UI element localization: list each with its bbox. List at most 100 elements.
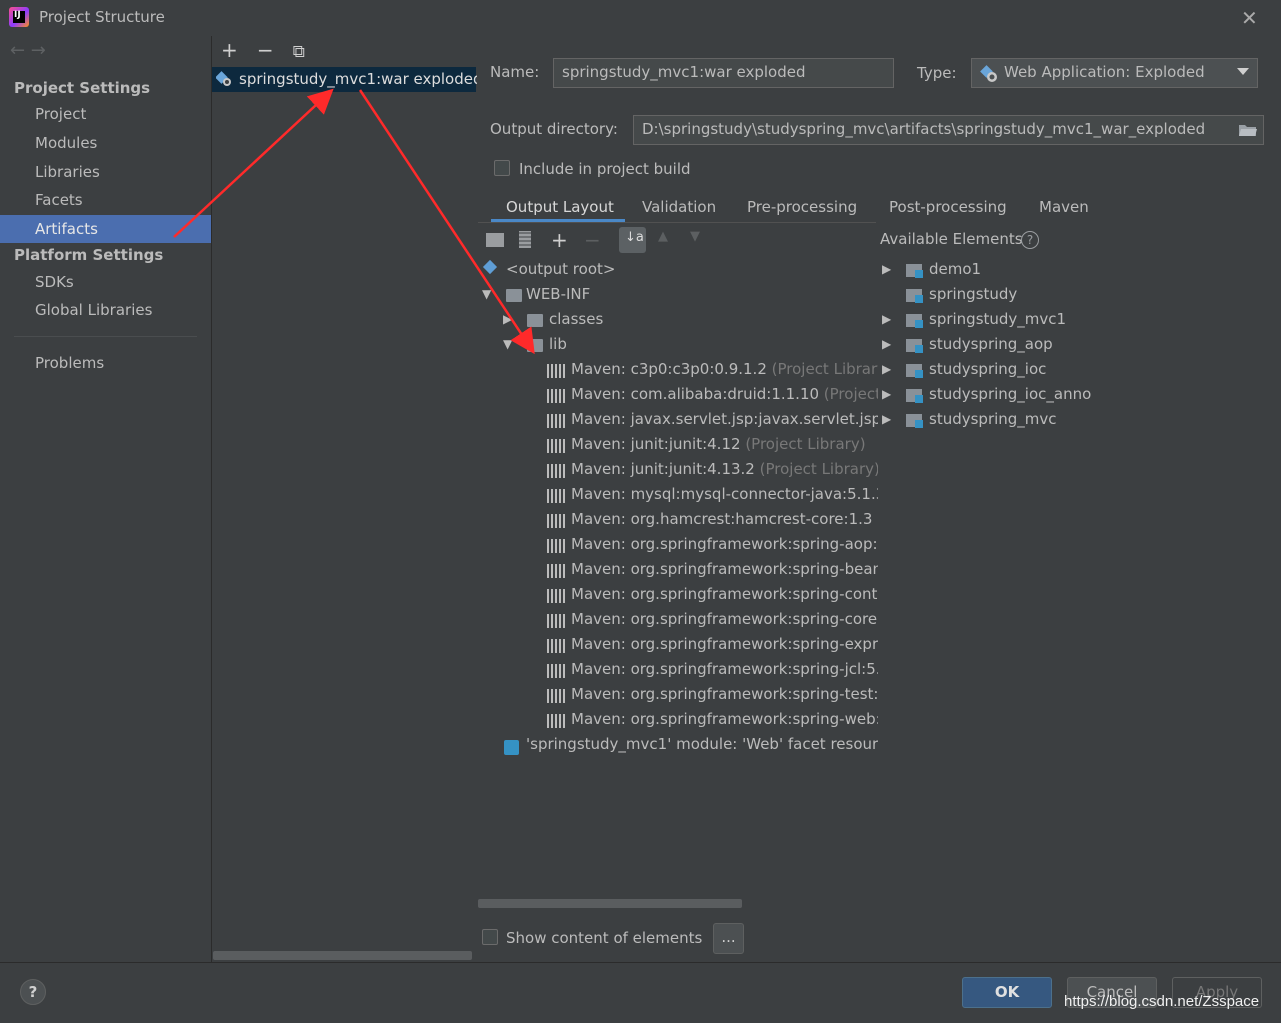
available-module-node[interactable]: studyspring_ioc_anno [929, 385, 1091, 403]
nav-item-project[interactable]: Project [35, 105, 86, 123]
tab-validation[interactable]: Validation [642, 198, 716, 216]
move-down-icon[interactable]: ▼ [690, 229, 700, 244]
library-node[interactable]: Maven: junit:junit:4.13.2 (Project Libra… [571, 460, 878, 478]
available-module-node[interactable]: studyspring_aop [929, 335, 1053, 353]
collapse-triangle-icon[interactable]: ▶ [882, 387, 891, 401]
collapse-triangle-icon[interactable]: ▶ [882, 312, 891, 326]
artifact-hscrollbar[interactable] [213, 951, 472, 960]
available-module-node[interactable]: studyspring_ioc [929, 360, 1046, 378]
output-directory-field[interactable]: D:\springstudy\studyspring_mvc\artifacts… [633, 115, 1264, 145]
add-icon[interactable]: + [221, 38, 238, 62]
collapse-triangle-icon[interactable]: ▶ [882, 262, 891, 276]
library-name: Maven: junit:junit:4.13.2 [571, 460, 755, 478]
nav-item-artifacts[interactable]: Artifacts [35, 220, 98, 238]
name-label: Name: [490, 63, 540, 81]
available-module-node[interactable]: springstudy [929, 285, 1017, 303]
library-name: Maven: org.springframework:spring-web:5 [571, 710, 878, 728]
collapse-triangle-icon[interactable]: ▶ [503, 312, 512, 326]
tab-maven[interactable]: Maven [1039, 198, 1089, 216]
remove-element-icon[interactable]: − [584, 228, 601, 252]
library-node[interactable]: Maven: mysql:mysql-connector-java:5.1.32 [571, 485, 878, 503]
available-elements-label: Available Elements [880, 230, 1023, 248]
library-scope: (Project L [823, 385, 878, 403]
watermark-text: https://blog.csdn.net/Zsspace [1064, 993, 1260, 1010]
tab-post-processing[interactable]: Post-processing [889, 198, 1007, 216]
move-up-icon[interactable]: ▲ [658, 229, 668, 244]
nav-item-problems[interactable]: Problems [35, 354, 104, 372]
nav-item-global-libraries[interactable]: Global Libraries [35, 301, 152, 319]
library-name: Maven: com.alibaba:druid:1.1.10 [571, 385, 820, 403]
include-build-label: Include in project build [519, 160, 691, 178]
help-button[interactable]: ? [20, 979, 46, 1005]
library-name: Maven: mysql:mysql-connector-java:5.1.32 [571, 485, 878, 503]
collapse-triangle-icon[interactable]: ▶ [882, 362, 891, 376]
library-node[interactable]: Maven: org.springframework:spring-aop:5 [571, 535, 878, 553]
nav-item-facets[interactable]: Facets [35, 191, 83, 209]
module-folder-icon [906, 339, 923, 353]
folder-icon [506, 289, 522, 302]
available-module-node[interactable]: demo1 [929, 260, 981, 278]
maven-library-icon [547, 514, 565, 528]
classes-node[interactable]: classes [549, 310, 603, 328]
tab-pre-processing[interactable]: Pre-processing [747, 198, 857, 216]
include-build-checkbox[interactable] [494, 160, 510, 176]
browse-button[interactable]: ... [713, 923, 744, 954]
folder-browse-icon[interactable] [1238, 122, 1258, 142]
artifact-toolbar: + − ⧉ [221, 38, 305, 62]
add-copy-icon[interactable]: + [551, 228, 568, 252]
library-node[interactable]: Maven: com.alibaba:druid:1.1.10 (Project… [571, 385, 878, 403]
type-label: Type: [917, 64, 957, 82]
webinf-node[interactable]: WEB-INF [526, 285, 590, 303]
library-node[interactable]: Maven: org.springframework:spring-web:5 [571, 710, 878, 728]
expand-triangle-icon[interactable]: ▼ [482, 287, 491, 301]
remove-icon[interactable]: − [257, 38, 274, 62]
library-node[interactable]: Maven: org.springframework:spring-conte [571, 585, 878, 603]
library-node[interactable]: Maven: c3p0:c3p0:0.9.1.2 (Project Librar… [571, 360, 878, 378]
library-scope: (Project Library) [771, 360, 878, 378]
help-circle-icon[interactable]: ? [1021, 231, 1039, 249]
show-content-checkbox[interactable] [482, 929, 498, 945]
library-node[interactable]: Maven: org.springframework:spring-expre [571, 635, 878, 653]
collapse-triangle-icon[interactable]: ▶ [882, 337, 891, 351]
library-node[interactable]: Maven: org.springframework:spring-jcl:5.… [571, 660, 878, 678]
back-forward-icons[interactable]: ← → [10, 40, 46, 61]
library-node[interactable]: Maven: org.springframework:spring-beans [571, 560, 878, 578]
library-node[interactable]: Maven: org.hamcrest:hamcrest-core:1.3 (P [571, 510, 878, 528]
type-select[interactable]: Web Application: Exploded [971, 58, 1258, 88]
library-node[interactable]: Maven: org.springframework:spring-core:5 [571, 610, 878, 628]
nav-item-sdks[interactable]: SDKs [35, 273, 74, 291]
nav-item-libraries[interactable]: Libraries [35, 163, 100, 181]
tab-output-layout[interactable]: Output Layout [506, 198, 614, 216]
library-name: Maven: c3p0:c3p0:0.9.1.2 [571, 360, 767, 378]
maven-library-icon [547, 364, 565, 378]
maven-library-icon [547, 439, 565, 453]
project-settings-heading: Project Settings [14, 79, 151, 97]
close-icon[interactable]: ✕ [1241, 6, 1258, 30]
library-node[interactable]: Maven: org.springframework:spring-test:5 [571, 685, 878, 703]
ok-button[interactable]: OK [962, 977, 1052, 1008]
available-module-node[interactable]: springstudy_mvc1 [929, 310, 1066, 328]
chevron-down-icon[interactable] [1237, 68, 1249, 75]
nav-item-modules[interactable]: Modules [35, 134, 97, 152]
add-archive-icon[interactable] [519, 231, 531, 248]
library-node[interactable]: Maven: javax.servlet.jsp:javax.servlet.j… [571, 410, 878, 428]
library-name: Maven: org.springframework:spring-beans [571, 560, 878, 578]
web-app-icon [980, 65, 998, 87]
library-node[interactable]: Maven: junit:junit:4.12 (Project Library… [571, 435, 878, 453]
maven-library-icon [547, 714, 565, 728]
artifact-list-panel [211, 36, 478, 962]
folder-icon [527, 314, 543, 327]
available-module-node[interactable]: studyspring_mvc [929, 410, 1057, 428]
collapse-triangle-icon[interactable]: ▶ [882, 412, 891, 426]
layout-hscrollbar[interactable] [478, 899, 742, 908]
output-root-node[interactable]: <output root> [506, 260, 615, 278]
maven-library-icon [547, 414, 565, 428]
name-field[interactable]: springstudy_mvc1:war exploded [553, 58, 894, 88]
output-layout-tree: <output root> ▼ WEB-INF ▶ classes ▼ lib … [478, 256, 878, 896]
module-folder-icon [906, 364, 923, 378]
copy-icon[interactable]: ⧉ [293, 42, 305, 62]
facet-resource-node[interactable]: 'springstudy_mvc1' module: 'Web' facet r… [526, 735, 878, 753]
expand-triangle-icon[interactable]: ▼ [503, 337, 512, 351]
new-directory-icon[interactable] [486, 233, 504, 247]
lib-node[interactable]: lib [549, 335, 567, 353]
